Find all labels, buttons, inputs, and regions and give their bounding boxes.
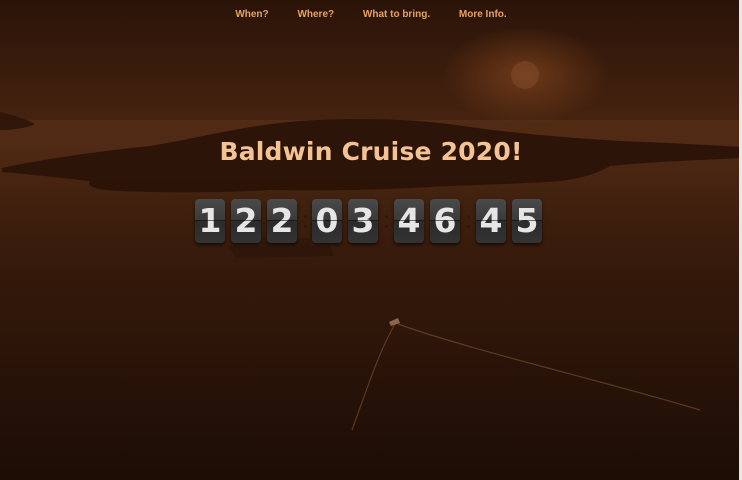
page-title: Baldwin Cruise 2020! <box>219 137 523 166</box>
countdown-minutes-digit-1: 4 <box>394 199 424 243</box>
top-navigation: When? Where? What to bring. More Info. <box>0 9 742 20</box>
countdown-days-digit-1: 1 <box>195 199 225 243</box>
nav-link-what-to-bring[interactable]: What to bring. <box>363 9 430 20</box>
sun-glow <box>511 61 539 89</box>
countdown-days-digit-3: 2 <box>267 199 297 243</box>
countdown-minutes-digit-2: 6 <box>430 199 460 243</box>
page: When? Where? What to bring. More Info. B… <box>0 0 742 480</box>
nav-link-where[interactable]: Where? <box>297 9 334 20</box>
countdown-hours-digit-2: 3 <box>348 199 378 243</box>
countdown-hours-digit-1: 0 <box>312 199 342 243</box>
countdown-separator <box>384 213 388 231</box>
boat-wake <box>351 323 701 431</box>
countdown-seconds-digit-2: 5 <box>512 199 542 243</box>
countdown-seconds-digit-1: 4 <box>476 199 506 243</box>
countdown-days-digit-2: 2 <box>231 199 261 243</box>
nav-link-when[interactable]: When? <box>235 9 268 20</box>
ship-silhouette <box>228 246 334 258</box>
countdown-separator <box>303 213 307 231</box>
countdown-separator <box>466 213 470 231</box>
nav-link-more-info[interactable]: More Info. <box>459 9 507 20</box>
